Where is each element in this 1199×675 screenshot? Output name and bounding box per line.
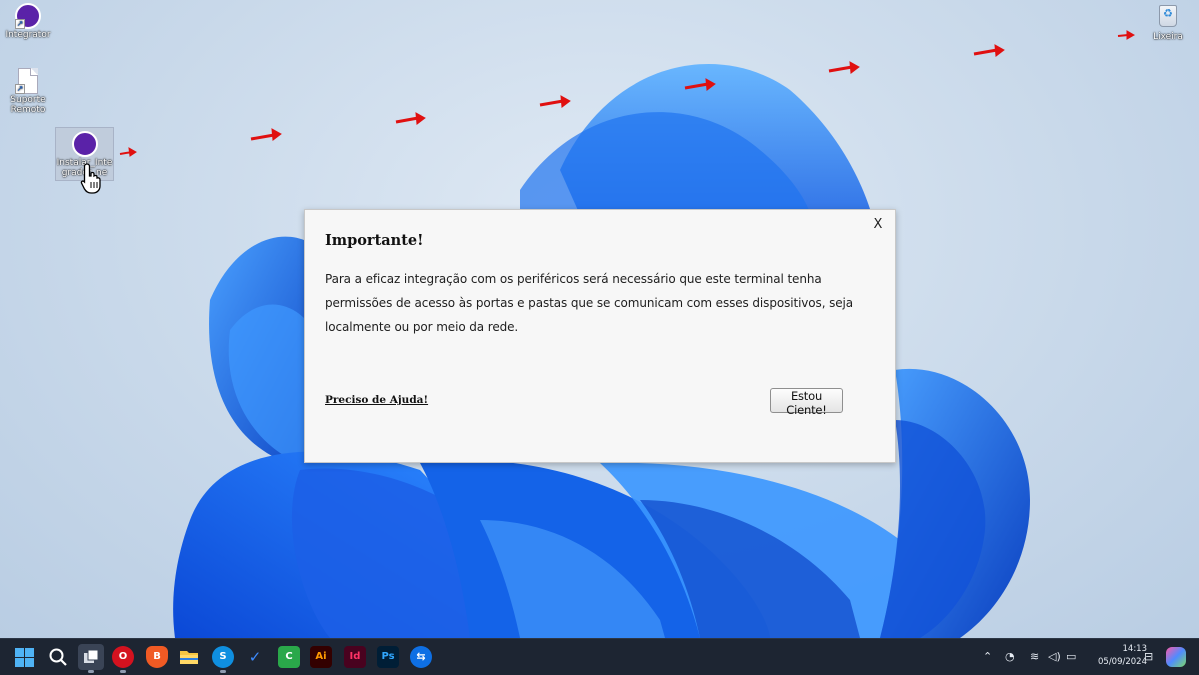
illustrator-icon[interactable]: Ai xyxy=(310,646,332,668)
desktop-icon-suporte-remoto[interactable]: ↗ Suporte Remoto xyxy=(0,68,58,115)
integrator-app-icon: ↗ xyxy=(15,3,41,29)
desktop-icon-label: Suporte Remoto xyxy=(10,95,46,115)
file-explorer-icon[interactable] xyxy=(178,646,200,668)
desktop-icon-label: Lixeira xyxy=(1153,32,1183,42)
photoshop-icon[interactable]: Ps xyxy=(377,646,399,668)
clock-time: 14:13 xyxy=(1122,644,1148,654)
notifications-icon[interactable]: ⊟ xyxy=(1144,650,1153,664)
dialog-title: Importante! xyxy=(325,232,424,249)
wifi-icon[interactable]: ≋ xyxy=(1030,650,1039,664)
task-view-icon[interactable] xyxy=(78,644,104,670)
close-button[interactable]: X xyxy=(871,217,885,233)
taskbar: O B S ✓ C Ai Id Ps ⇆ ⌃ ◔ ≋ ◁) ▭ 14:13 05… xyxy=(0,638,1199,675)
integrator-installer-icon xyxy=(71,131,98,157)
opera-icon[interactable]: O xyxy=(112,646,134,668)
desktop-icon-integrator[interactable]: ↗ Integrator xyxy=(0,3,58,40)
desktop-icon-label: Integrator xyxy=(5,30,51,40)
todo-icon[interactable]: ✓ xyxy=(244,646,266,668)
file-shortcut-icon: ↗ xyxy=(15,68,41,94)
clock[interactable]: 14:13 05/09/2024 xyxy=(1091,643,1147,669)
brave-icon[interactable]: B xyxy=(146,646,168,668)
dialog-message: Para a eficaz integração com os periféri… xyxy=(325,272,854,334)
windows-start-icon[interactable] xyxy=(13,646,35,668)
help-link[interactable]: Preciso de Ajuda! xyxy=(325,394,428,406)
chevron-up-icon[interactable]: ⌃ xyxy=(983,650,992,664)
clock-date: 05/09/2024 xyxy=(1098,657,1147,667)
running-app-indicator xyxy=(220,670,226,673)
network-status-icon[interactable]: ◔ xyxy=(1005,650,1015,664)
battery-icon[interactable]: ▭ xyxy=(1066,650,1076,664)
volume-icon[interactable]: ◁) xyxy=(1048,650,1061,664)
acknowledge-button[interactable]: Estou Ciente! xyxy=(770,388,843,417)
recycle-bin-icon xyxy=(1155,5,1181,31)
copilot-icon[interactable] xyxy=(1166,647,1186,667)
search-icon[interactable] xyxy=(47,646,69,668)
active-app-indicator xyxy=(88,670,94,673)
desktop: ↗ Integrator ↗ Suporte Remoto Instalar_I… xyxy=(0,0,1199,638)
hand-pointer-cursor-icon xyxy=(80,163,101,194)
permission-warning-dialog: X Importante! Para a eficaz integração c… xyxy=(304,209,896,463)
indesign-icon[interactable]: Id xyxy=(344,646,366,668)
skype-icon[interactable]: S xyxy=(212,646,234,668)
camtasia-icon[interactable]: C xyxy=(278,646,300,668)
running-app-indicator xyxy=(120,670,126,673)
desktop-icon-lixeira[interactable]: Lixeira xyxy=(1138,3,1198,42)
teamviewer-icon[interactable]: ⇆ xyxy=(410,646,432,668)
